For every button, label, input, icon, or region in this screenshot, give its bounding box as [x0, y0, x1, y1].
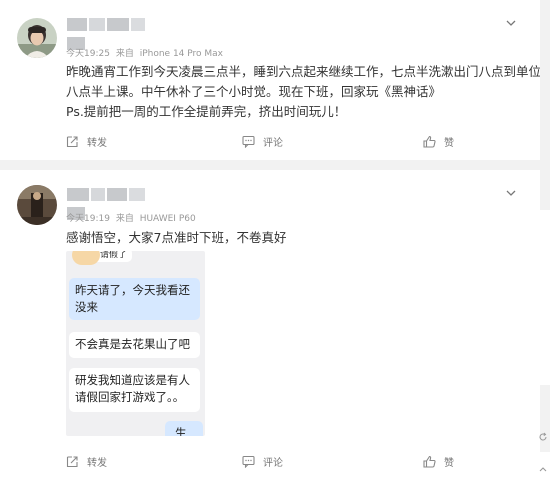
post-time[interactable]: 今天19:19	[66, 214, 110, 224]
chat-text: 没来	[75, 300, 98, 314]
repost-button[interactable]: 转发	[66, 134, 107, 149]
chat-text: 研发我知道应该是有人	[75, 373, 190, 387]
like-button[interactable]: 赞	[423, 134, 454, 149]
repost-icon	[66, 456, 78, 468]
chat-bubble-self: 昨天请了，今天我看还 没来	[69, 278, 200, 320]
comment-label: 评论	[263, 138, 283, 149]
post-meta: 今天19:25 来自 iPhone 14 Pro Max	[66, 46, 226, 59]
chat-text: 生网	[175, 426, 187, 436]
source-label: 来自	[115, 49, 134, 59]
source-device: iPhone 14 Pro Max	[139, 49, 224, 59]
chevron-down-icon[interactable]	[506, 188, 516, 198]
post-actions: 转发 评论 赞	[0, 450, 540, 476]
like-button[interactable]: 赞	[423, 454, 454, 469]
username-redacted[interactable]	[67, 188, 165, 220]
back-to-top-icon[interactable]	[538, 465, 548, 475]
repost-label: 转发	[87, 458, 107, 469]
chat-text: 请假了	[100, 251, 128, 260]
chevron-down-icon[interactable]	[506, 18, 516, 28]
chat-text: 昨天请了，今天我看还	[75, 283, 190, 297]
post-card: 今天19:25 来自 iPhone 14 Pro Max 昨晚通宵工作到今天凌晨…	[0, 0, 542, 160]
comment-icon	[242, 455, 255, 468]
comment-icon	[242, 135, 255, 148]
post-text: 昨晚通宵工作到今天凌晨三点半，睡到六点起来继续工作，七点半洗漱出门八点到单位 八…	[66, 62, 542, 122]
source-device: HUAWEI P60	[139, 214, 196, 224]
post-actions: 转发 评论 赞	[0, 130, 540, 156]
post-card: 今天19:19 来自 HUAWEI P60 感谢悟空，大家7点准时下班，不卷真好…	[0, 170, 540, 481]
side-panel-card-edge	[540, 210, 550, 385]
comment-button[interactable]: 评论	[242, 454, 283, 469]
post-text-line: 感谢悟空，大家7点准时下班，不卷真好	[66, 230, 287, 245]
post-text-line: Ps.提前把一周的工作全提前弄完，挤出时间玩儿！	[66, 104, 347, 119]
chat-text: 请假回家打游戏了。。	[75, 390, 185, 404]
chat-bubble: 不会真是去花果山了吧	[69, 332, 200, 358]
post-image-chat-screenshot[interactable]: 请假了 昨天请了，今天我看还 没来 不会真是去花果山了吧 研发我知道应该是有人 …	[66, 251, 205, 436]
avatar[interactable]	[17, 185, 57, 225]
emoji-avatar-icon	[72, 251, 100, 265]
chat-bubble: 研发我知道应该是有人 请假回家打游戏了。。	[69, 368, 200, 412]
comment-button[interactable]: 评论	[242, 134, 283, 149]
comment-label: 评论	[263, 458, 283, 469]
side-panel-edge	[540, 0, 550, 481]
avatar[interactable]	[17, 18, 57, 58]
chat-bubble-self: 生网	[165, 421, 203, 436]
post-text: 感谢悟空，大家7点准时下班，不卷真好	[66, 228, 506, 248]
refresh-icon[interactable]	[538, 432, 548, 442]
post-time[interactable]: 今天19:25	[66, 49, 110, 59]
post-text-line: 昨晚通宵工作到今天凌晨三点半，睡到六点起来继续工作，七点半洗漱出门八点到单位	[66, 64, 542, 79]
repost-label: 转发	[87, 138, 107, 149]
repost-icon	[66, 136, 78, 148]
thumbs-up-icon	[423, 135, 436, 148]
like-label: 赞	[444, 138, 454, 149]
post-meta: 今天19:19 来自 HUAWEI P60	[66, 211, 199, 224]
like-label: 赞	[444, 458, 454, 469]
post-text-line: 八点半上课。中午休补了三个小时觉。现在下班，回家玩《黑神话》	[66, 84, 442, 99]
repost-button[interactable]: 转发	[66, 454, 107, 469]
source-label: 来自	[115, 214, 134, 224]
thumbs-up-icon	[423, 455, 436, 468]
chat-text: 不会真是去花果山了吧	[75, 337, 190, 351]
username-redacted[interactable]	[67, 18, 165, 50]
